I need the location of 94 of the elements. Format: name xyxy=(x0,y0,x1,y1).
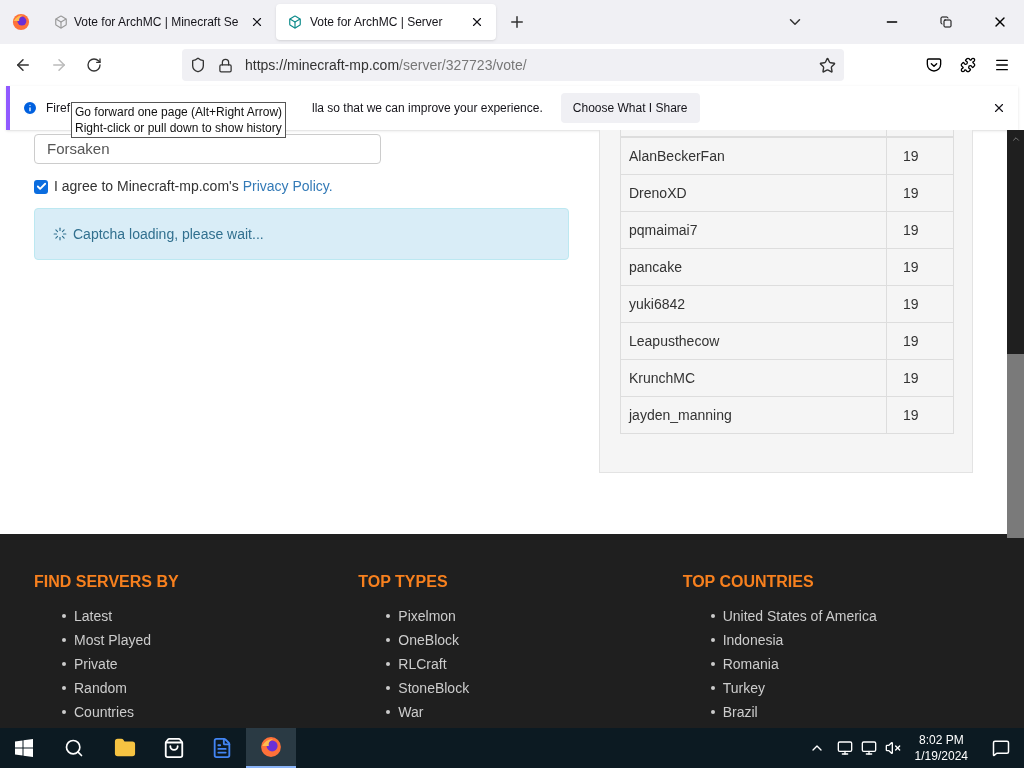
footer-link[interactable]: StoneBlock xyxy=(398,677,470,699)
captcha-text: Captcha loading, please wait... xyxy=(73,224,264,244)
bullet-icon xyxy=(386,638,391,642)
voter-name: yuki6842 xyxy=(620,285,887,323)
voter-name: pancake xyxy=(620,248,887,286)
footer-link[interactable]: Random xyxy=(74,677,127,699)
bullet-icon xyxy=(386,710,391,714)
vote-count: 19 xyxy=(886,359,954,397)
footer-link[interactable]: Private xyxy=(74,653,118,675)
muted-speaker-icon[interactable] xyxy=(884,740,901,756)
url-text: https://minecraft-mp.com/server/327723/vote/ xyxy=(245,55,528,75)
shield-icon[interactable] xyxy=(190,57,206,73)
lock-icon[interactable] xyxy=(218,57,233,73)
scroll-thumb[interactable] xyxy=(1007,354,1024,538)
footer-link[interactable]: Most Played xyxy=(74,629,152,651)
bullet-icon xyxy=(386,686,391,690)
reload-icon[interactable] xyxy=(86,57,102,73)
footer-link[interactable]: Pixelmon xyxy=(398,605,456,627)
footer-heading: TOP COUNTRIES xyxy=(682,572,815,592)
footer-link[interactable]: Indonesia xyxy=(722,629,784,651)
footer-link[interactable]: Brazil xyxy=(722,701,758,723)
footer-link[interactable]: Turkey xyxy=(722,677,765,699)
bullet-icon xyxy=(62,614,66,618)
bullet-icon xyxy=(710,614,715,618)
notification-text: lla so that we can improve your experience. xyxy=(312,100,543,117)
address-bar[interactable]: https://minecraft-mp.com/server/327723/vote/ xyxy=(182,49,844,81)
agree-checkbox[interactable] xyxy=(34,179,48,194)
bullet-icon xyxy=(710,710,715,714)
browser-icon xyxy=(260,736,282,758)
vote-count: 19 xyxy=(886,248,954,286)
bullet-icon xyxy=(710,662,715,666)
footer-heading: FIND SERVERS BY xyxy=(34,572,180,592)
footer-link[interactable]: Countries xyxy=(74,701,134,723)
search-icon[interactable] xyxy=(64,738,84,758)
footer-heading: TOP TYPES xyxy=(358,572,449,592)
menu-icon[interactable] xyxy=(994,57,1010,73)
footer-link[interactable]: Latest xyxy=(74,605,113,627)
tooltip-text: Go forward one page (Alt+Right Arrow) xyxy=(75,104,283,120)
back-icon[interactable] xyxy=(14,56,32,74)
voter-name: pqmaimai7 xyxy=(620,211,887,249)
bullet-icon xyxy=(710,686,715,690)
voter-name: jayden_manning xyxy=(620,396,887,434)
footer-link[interactable]: Romania xyxy=(722,653,779,675)
cube-icon xyxy=(54,15,68,29)
notifications-icon[interactable] xyxy=(992,739,1010,757)
document-icon[interactable] xyxy=(211,737,233,759)
clock[interactable]: 8:02 PM 1/19/2024 xyxy=(914,732,968,764)
vote-count: 19 xyxy=(886,174,954,212)
bullet-icon xyxy=(62,710,66,714)
footer-link[interactable]: RLCraft xyxy=(398,653,447,675)
taskbar-app[interactable] xyxy=(246,728,296,768)
store-icon[interactable] xyxy=(163,737,185,759)
new-tab-icon[interactable] xyxy=(508,13,526,31)
vote-count: 19 xyxy=(886,137,954,175)
start-icon[interactable] xyxy=(15,739,33,757)
folder-icon[interactable] xyxy=(114,737,136,759)
footer-link[interactable]: OneBlock xyxy=(398,629,460,651)
notification-text: Firef xyxy=(46,100,70,117)
close-icon[interactable] xyxy=(470,15,484,29)
pocket-icon[interactable] xyxy=(926,57,942,73)
browser-tab[interactable]: Vote for ArchMC | Server xyxy=(276,4,496,40)
choose-what-i-share-button[interactable]: Choose What I Share xyxy=(560,93,700,123)
spinner-icon xyxy=(53,227,67,241)
bullet-icon xyxy=(62,662,66,666)
scroll-up-icon[interactable] xyxy=(1010,134,1021,144)
close-icon[interactable] xyxy=(250,15,264,29)
agree-text: I agree to Minecraft-mp.com's Privacy Policy. xyxy=(54,177,333,196)
extensions-icon[interactable] xyxy=(960,57,976,73)
vote-count: 19 xyxy=(886,396,954,434)
bullet-icon xyxy=(386,614,391,618)
info-icon xyxy=(22,100,38,116)
vote-count: 19 xyxy=(886,211,954,249)
voter-name: KrunchMC xyxy=(620,359,887,397)
browser-tab[interactable]: Vote for ArchMC | Minecraft Se xyxy=(46,4,272,40)
bullet-icon xyxy=(710,638,715,642)
browser-menu-icon[interactable] xyxy=(12,13,30,31)
footer-link[interactable]: United States of America xyxy=(722,605,877,627)
close-icon[interactable] xyxy=(992,101,1006,115)
tooltip-text: Right-click or pull down to show history xyxy=(75,120,283,136)
footer-link[interactable]: War xyxy=(398,701,424,723)
restore-icon[interactable] xyxy=(940,16,952,28)
vote-count: 19 xyxy=(886,322,954,360)
network-icon[interactable] xyxy=(860,740,877,756)
privacy-policy-link[interactable]: Privacy Policy. xyxy=(242,178,333,194)
display-icon[interactable] xyxy=(836,740,853,756)
voter-name: Leapusthecow xyxy=(620,322,887,360)
voter-name: DrenoXD xyxy=(620,174,887,212)
bookmark-star-icon[interactable] xyxy=(819,56,836,74)
vote-count: 19 xyxy=(886,285,954,323)
bullet-icon xyxy=(386,662,391,666)
bullet-icon xyxy=(62,638,66,642)
voter-name: AlanBeckerFan xyxy=(620,137,887,175)
bullet-icon xyxy=(62,686,66,690)
cube-icon xyxy=(288,15,302,29)
